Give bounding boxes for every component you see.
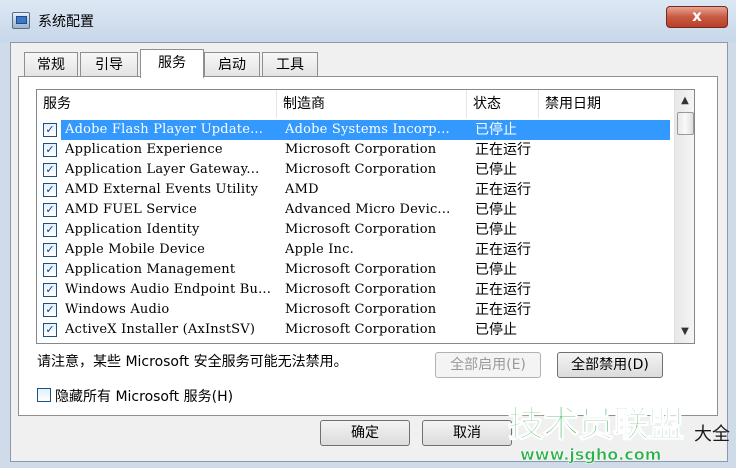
service-manufacturer: Microsoft Corporation xyxy=(285,142,437,157)
service-name: Application Experience xyxy=(65,142,223,157)
service-name: Adobe Flash Player Update... xyxy=(65,122,264,137)
enable-all-button[interactable]: 全部启用(E) xyxy=(435,352,541,378)
service-manufacturer: Microsoft Corporation xyxy=(285,302,437,317)
service-checkbox[interactable]: ✓ xyxy=(43,143,57,157)
service-status: 已停止 xyxy=(475,322,517,338)
service-status: 已停止 xyxy=(475,122,517,138)
service-checkbox[interactable]: ✓ xyxy=(43,203,57,217)
service-checkbox[interactable]: ✓ xyxy=(43,303,57,317)
vertical-scrollbar[interactable]: ▲ ▼ xyxy=(674,90,694,343)
hide-ms-checkbox-box[interactable] xyxy=(37,388,51,402)
service-status: 已停止 xyxy=(475,162,517,178)
service-status: 正在运行 xyxy=(475,242,531,258)
service-status: 已停止 xyxy=(475,262,517,278)
column-disable-date[interactable]: 禁用日期 xyxy=(539,90,674,118)
service-checkbox[interactable]: ✓ xyxy=(43,323,57,337)
tab-tools[interactable]: 工具 xyxy=(262,52,318,76)
hide-ms-label: 隐藏所有 Microsoft 服务(H) xyxy=(55,389,234,405)
table-row[interactable]: ✓ Adobe Flash Player Update... Adobe Syste… xyxy=(37,120,674,140)
service-manufacturer: Microsoft Corporation xyxy=(285,322,437,337)
service-manufacturer: Adobe Systems Incorp... xyxy=(285,122,450,137)
services-rows: ✓ Adobe Flash Player Update... Adobe Syste… xyxy=(37,120,674,340)
list-header: 服务 制造商 状态 禁用日期 xyxy=(37,90,674,118)
table-row[interactable]: ✓ AMD FUEL Service Advanced Micro Devic...… xyxy=(37,200,674,220)
service-checkbox[interactable]: ✓ xyxy=(43,283,57,297)
table-row[interactable]: ✓ Application Layer Gateway... Microsoft C… xyxy=(37,160,674,180)
table-row[interactable]: ✓ ActiveX Installer (AxInstSV) Microsoft C… xyxy=(37,320,674,340)
service-name: Apple Mobile Device xyxy=(65,242,206,257)
service-name: AMD External Events Utility xyxy=(65,182,259,197)
service-checkbox[interactable]: ✓ xyxy=(43,163,57,177)
service-manufacturer: Microsoft Corporation xyxy=(285,222,437,237)
table-row[interactable]: ✓ Application Management Microsoft Corpora… xyxy=(37,260,674,280)
service-name: Application Layer Gateway... xyxy=(65,162,260,177)
service-checkbox[interactable]: ✓ xyxy=(43,223,57,237)
ok-button[interactable]: 确定 xyxy=(320,420,410,446)
service-manufacturer: Advanced Micro Devic... xyxy=(285,202,451,217)
tab-services[interactable]: 服务 xyxy=(140,49,204,78)
table-row[interactable]: ✓ Application Identity Microsoft Corporati… xyxy=(37,220,674,240)
service-checkbox[interactable]: ✓ xyxy=(43,243,57,257)
services-list[interactable]: 服务 制造商 状态 禁用日期 ✓ Adobe Flash Player Updat… xyxy=(36,89,695,344)
column-status[interactable]: 状态 xyxy=(467,90,539,118)
tab-general[interactable]: 常规 xyxy=(24,52,78,76)
service-name: ActiveX Installer (AxInstSV) xyxy=(65,322,256,337)
service-checkbox[interactable]: ✓ xyxy=(43,123,57,137)
table-row[interactable]: ✓ Apple Mobile Device Apple Inc. 正在运行 xyxy=(37,240,674,260)
service-manufacturer: Microsoft Corporation xyxy=(285,282,437,297)
service-status: 正在运行 xyxy=(475,282,531,298)
service-name: AMD FUEL Service xyxy=(65,202,197,217)
table-row[interactable]: ✓ Application Experience Microsoft Corpora… xyxy=(37,140,674,160)
table-row[interactable]: ✓ Windows Audio Endpoint Bu... Microsoft C… xyxy=(37,280,674,300)
scroll-up-arrow-icon[interactable]: ▲ xyxy=(675,92,694,110)
service-name: Application Management xyxy=(65,262,236,277)
window-title: 系统配置 xyxy=(38,14,94,30)
tab-startup[interactable]: 启动 xyxy=(204,52,260,76)
close-button[interactable]: x xyxy=(666,6,728,28)
table-row[interactable]: ✓ AMD External Events Utility AMD 正在运行 xyxy=(37,180,674,200)
service-name: Windows Audio Endpoint Bu... xyxy=(65,282,272,297)
service-checkbox[interactable]: ✓ xyxy=(43,263,57,277)
service-status: 正在运行 xyxy=(475,182,531,198)
service-status: 已停止 xyxy=(475,222,517,238)
scroll-down-arrow-icon[interactable]: ▼ xyxy=(675,323,694,341)
service-manufacturer: Microsoft Corporation xyxy=(285,162,437,177)
service-status: 已停止 xyxy=(475,202,517,218)
column-manufacturer[interactable]: 制造商 xyxy=(277,90,467,118)
security-note: 请注意，某些 Microsoft 安全服务可能无法禁用。 xyxy=(37,354,348,370)
service-status: 正在运行 xyxy=(475,302,531,318)
service-manufacturer: Microsoft Corporation xyxy=(285,262,437,277)
disable-all-button[interactable]: 全部禁用(D) xyxy=(557,352,663,378)
service-checkbox[interactable]: ✓ xyxy=(43,183,57,197)
service-name: Application Identity xyxy=(65,222,200,237)
service-status: 正在运行 xyxy=(475,142,531,158)
service-manufacturer: AMD xyxy=(285,182,319,197)
scroll-thumb[interactable] xyxy=(677,112,694,135)
title-bar: 系统配置 x xyxy=(0,0,736,42)
msconfig-app-icon xyxy=(12,12,30,29)
service-name: Windows Audio xyxy=(65,302,170,317)
service-manufacturer: Apple Inc. xyxy=(285,242,354,257)
table-row[interactable]: ✓ Windows Audio Microsoft Corporation 正在运行 xyxy=(37,300,674,320)
column-service[interactable]: 服务 xyxy=(37,90,277,118)
cancel-button[interactable]: 取消 xyxy=(422,420,512,446)
tab-boot[interactable]: 引导 xyxy=(80,52,138,76)
